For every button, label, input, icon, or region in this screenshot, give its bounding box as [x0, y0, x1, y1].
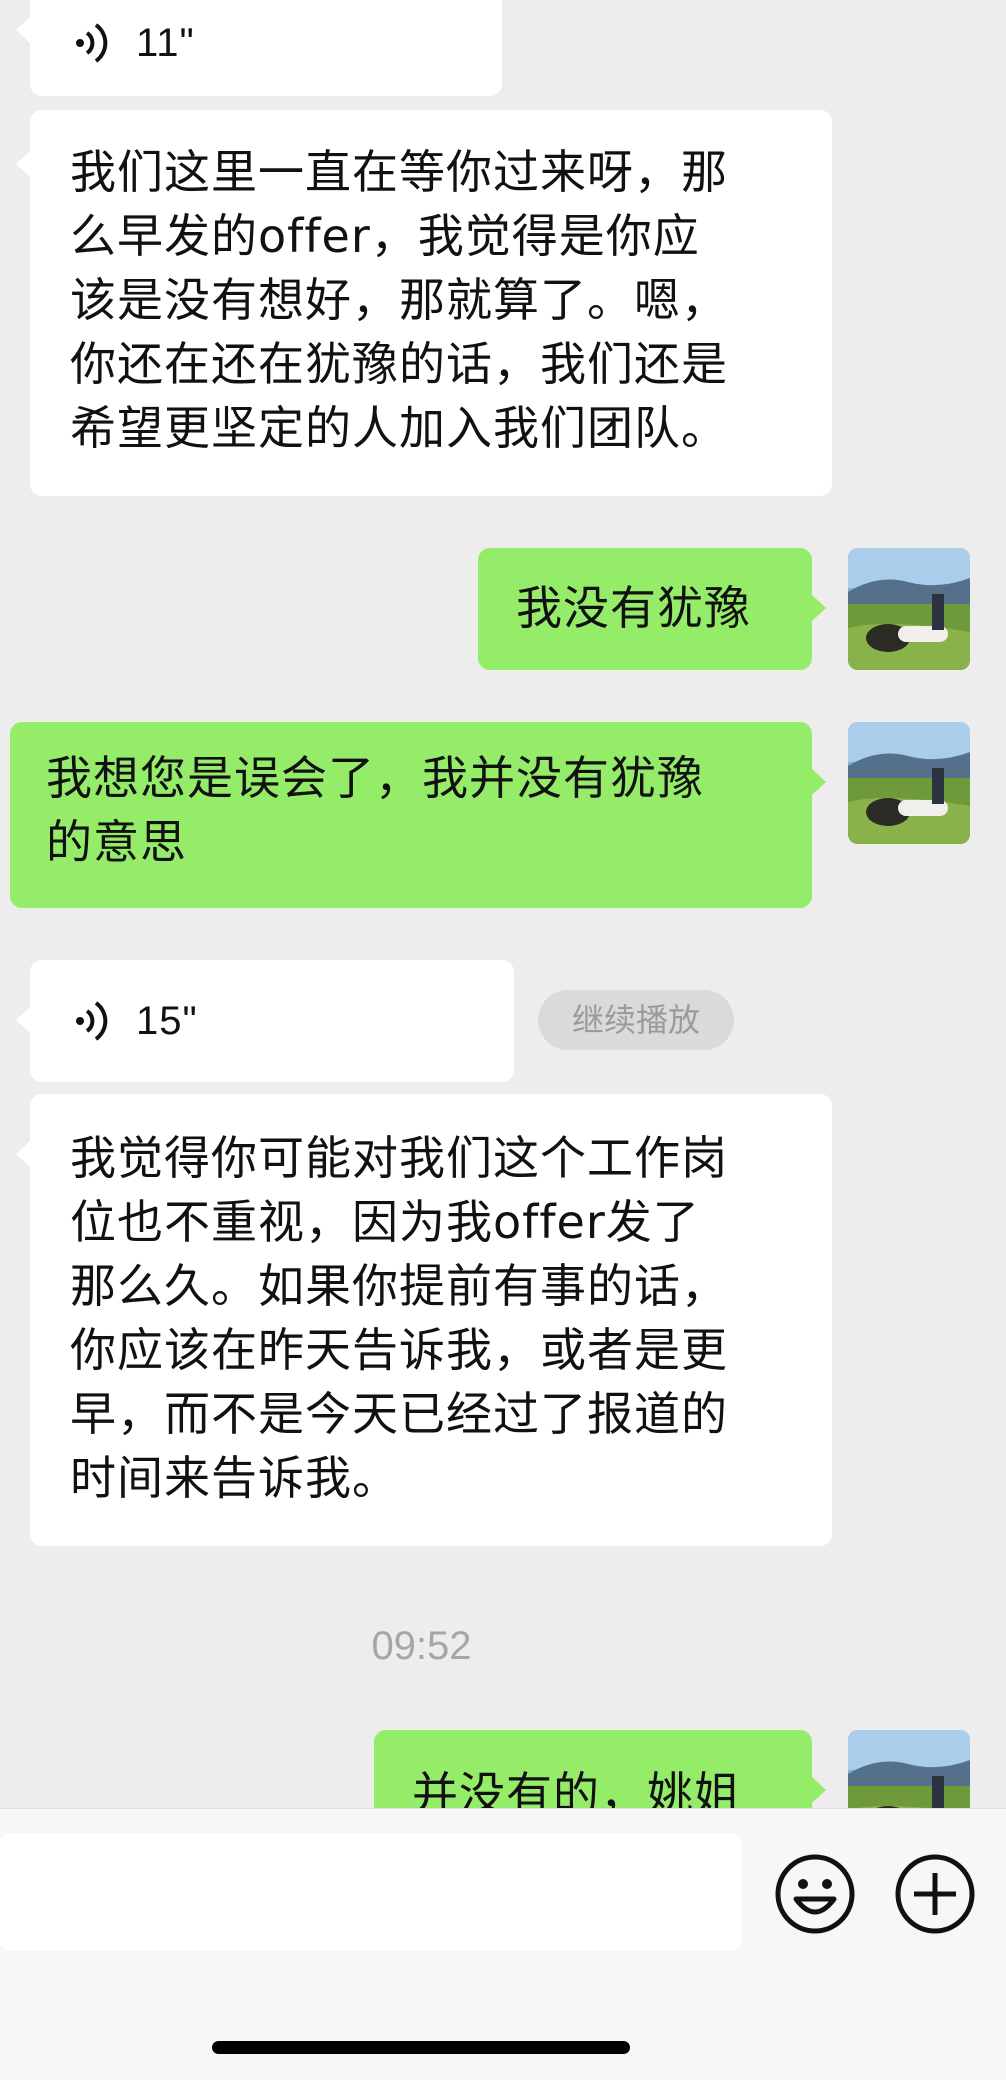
- home-indicator[interactable]: [212, 2041, 630, 2054]
- user-avatar[interactable]: [848, 1730, 970, 1808]
- avatar-image: [848, 722, 970, 844]
- bubble-tail: [16, 150, 31, 178]
- emoji-button[interactable]: [774, 1853, 856, 1935]
- message-line: 你还在还在犹豫的话，我们还是: [70, 337, 728, 391]
- chat-history[interactable]: 11" 我们这里一直在等你过来呀，那 么早发的offer，我觉得是你应 该是没有…: [0, 0, 1006, 1808]
- message-line: 那么久。如果你提前有事的话，: [70, 1259, 728, 1313]
- voice-message[interactable]: 15": [16, 960, 514, 1082]
- bubble-tail: [811, 594, 826, 622]
- bubble-tail: [16, 1006, 31, 1034]
- message-line: 该是没有想好，那就算了。嗯，: [70, 273, 728, 327]
- message-bubble-outgoing[interactable]: 我想您是误会了，我并没有犹豫 的意思: [10, 722, 826, 908]
- more-actions-button[interactable]: [894, 1853, 976, 1935]
- message-bubble-outgoing[interactable]: 我没有犹豫: [478, 548, 826, 670]
- bubble-tail: [811, 768, 826, 796]
- message-line: 希望更坚定的人加入我们团队。: [70, 401, 728, 455]
- bubble-tail: [16, 1140, 31, 1168]
- message-line: 的意思: [46, 815, 187, 869]
- message-line: 么早发的offer，我觉得是你应: [70, 209, 700, 263]
- message-line: 我没有犹豫: [516, 581, 751, 635]
- message-timestamp: 09:52: [371, 1624, 472, 1668]
- bubble-tail: [811, 1776, 826, 1804]
- avatar-image: [848, 1730, 970, 1808]
- plus-circle-icon: [895, 1854, 975, 1934]
- voice-duration: 11": [136, 21, 195, 65]
- message-line: 你应该在昨天告诉我，或者是更: [70, 1323, 728, 1377]
- message-line: 位也不重视，因为我offer发了: [70, 1195, 700, 1249]
- voice-icon: [76, 1001, 108, 1041]
- input-bar: [0, 1808, 1006, 2080]
- message-line: 我们这里一直在等你过来呀，那: [70, 145, 728, 199]
- message-bubble-incoming[interactable]: 我觉得你可能对我们这个工作岗 位也不重视，因为我offer发了 那么久。如果你提…: [16, 1094, 832, 1546]
- message-line: 时间来告诉我。: [70, 1451, 399, 1505]
- continue-playing-button[interactable]: 继续播放: [538, 990, 734, 1050]
- user-avatar[interactable]: [848, 548, 970, 670]
- message-bubble-outgoing[interactable]: 并没有的，姚姐: [374, 1730, 826, 1808]
- voice-icon: [76, 23, 108, 63]
- voice-duration: 15": [136, 999, 198, 1043]
- message-input[interactable]: [0, 1833, 742, 1951]
- voice-message[interactable]: 11": [16, 0, 502, 96]
- user-avatar[interactable]: [848, 722, 970, 844]
- message-line: 我想您是误会了，我并没有犹豫: [46, 751, 704, 805]
- message-line: 早，而不是今天已经过了报道的: [70, 1387, 728, 1441]
- message-bubble-incoming[interactable]: 我们这里一直在等你过来呀，那 么早发的offer，我觉得是你应 该是没有想好，那…: [16, 110, 832, 496]
- avatar-image: [848, 548, 970, 670]
- message-line: 我觉得你可能对我们这个工作岗: [70, 1131, 728, 1185]
- message-line: 并没有的，姚姐: [412, 1767, 741, 1808]
- bubble-tail: [16, 16, 31, 44]
- smiley-icon: [775, 1854, 855, 1934]
